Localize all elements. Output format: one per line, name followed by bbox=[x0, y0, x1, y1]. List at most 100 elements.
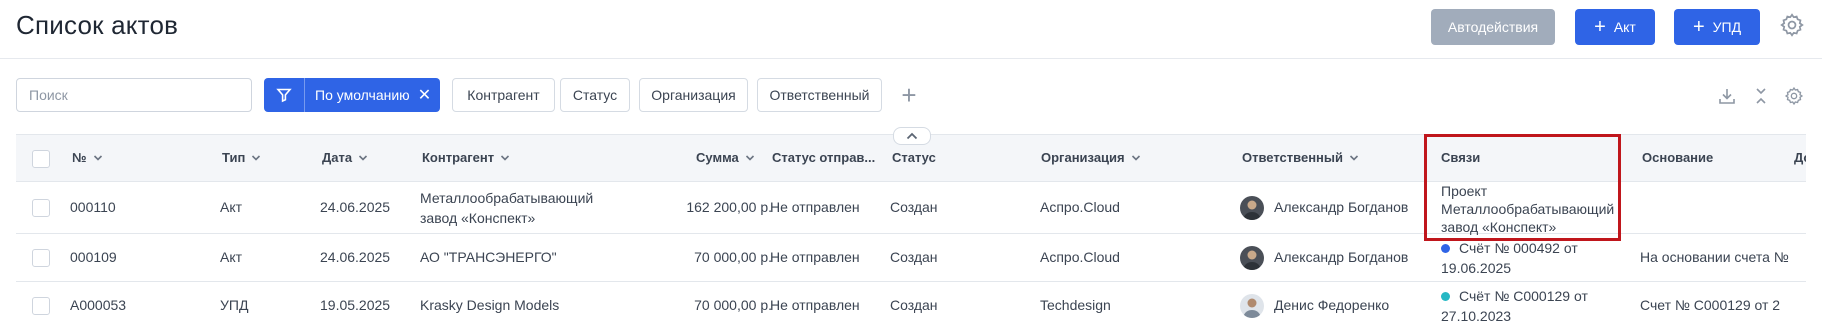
add-filter-icon[interactable]: + bbox=[896, 82, 922, 108]
cell-organization: Аспро.Cloud bbox=[1040, 249, 1120, 265]
table-row[interactable]: А000053 УПД 19.05.2025 Krasky Design Mod… bbox=[16, 282, 1806, 331]
cell-number[interactable]: 000109 bbox=[70, 249, 117, 265]
autoactions-button[interactable]: Автодействия bbox=[1431, 9, 1555, 45]
column-header-date[interactable]: Дата bbox=[322, 150, 368, 165]
chevron-down-icon bbox=[501, 154, 510, 161]
cell-organization: Аспро.Cloud bbox=[1040, 199, 1120, 215]
row-checkbox[interactable] bbox=[32, 199, 50, 217]
column-header-basis[interactable]: Основание bbox=[1642, 150, 1713, 165]
column-label: Организация bbox=[1041, 150, 1125, 165]
avatar bbox=[1240, 196, 1264, 220]
link-status-dot bbox=[1441, 244, 1450, 253]
table-row[interactable]: 000110 Акт 24.06.2025 Металлообрабатываю… bbox=[16, 182, 1806, 236]
filter-preset-label: По умолчанию bbox=[315, 87, 410, 103]
cell-links[interactable]: Проект Металлообрабатывающий завод «Конс… bbox=[1441, 182, 1614, 236]
cell-counterparty[interactable]: АО "ТРАНСЭНЕРГО" bbox=[420, 249, 557, 265]
column-label: Контрагент bbox=[422, 150, 495, 165]
column-header-send-status[interactable]: Статус отправ... bbox=[772, 150, 875, 165]
cell-links[interactable]: Счёт № С000129 от 27.10.2023 bbox=[1441, 286, 1588, 326]
filter-icon[interactable] bbox=[264, 78, 305, 112]
avatar bbox=[1240, 294, 1264, 318]
chevron-down-icon bbox=[745, 154, 754, 161]
cell-counterparty-line: Металлообрабатывающий bbox=[420, 190, 594, 206]
plus-icon: + bbox=[1692, 16, 1705, 38]
add-upd-label: УПД bbox=[1712, 19, 1742, 35]
column-label: № bbox=[72, 150, 87, 165]
cell-sum: 162 200,00 р. bbox=[686, 199, 772, 215]
select-all-checkbox[interactable] bbox=[32, 150, 50, 168]
column-header-counterparty[interactable]: Контрагент bbox=[422, 150, 510, 165]
avatar bbox=[1240, 246, 1264, 270]
cell-responsible[interactable]: Денис Федоренко bbox=[1274, 297, 1389, 313]
chevron-down-icon bbox=[1349, 154, 1359, 161]
cell-type: УПД bbox=[220, 297, 249, 313]
cell-links-line: Проект bbox=[1441, 183, 1488, 199]
column-header-number[interactable]: № bbox=[72, 150, 103, 165]
cell-type: Акт bbox=[220, 199, 243, 215]
chevron-down-icon bbox=[1131, 154, 1140, 161]
cell-responsible[interactable]: Александр Богданов bbox=[1274, 199, 1408, 215]
page-title: Список актов bbox=[16, 10, 179, 40]
cell-responsible[interactable]: Александр Богданов bbox=[1274, 249, 1408, 265]
cell-send-status: Не отправлен bbox=[770, 249, 860, 265]
column-header-responsible[interactable]: Ответственный bbox=[1242, 150, 1359, 165]
cell-counterparty[interactable]: Krasky Design Models bbox=[420, 297, 559, 313]
link-status-dot bbox=[1441, 292, 1450, 301]
page-header: Список актов Автодействия + Акт + УПД bbox=[0, 0, 1822, 59]
cell-basis: Счет № С000129 от 2 bbox=[1640, 297, 1781, 313]
filter-bar: По умолчанию ✕ Контрагент Статус Организ… bbox=[0, 78, 1822, 114]
download-icon[interactable] bbox=[1717, 86, 1737, 106]
cell-status: Создан bbox=[890, 199, 938, 215]
cell-links[interactable]: Счёт № 000492 от 19.06.2025 bbox=[1441, 238, 1578, 278]
acts-table: № Тип Дата Контрагент Сумма Статус отпра… bbox=[16, 134, 1806, 331]
cell-links-line: Счёт № С000129 от bbox=[1459, 288, 1588, 304]
column-header-sum[interactable]: Сумма bbox=[696, 150, 755, 165]
cell-date: 24.06.2025 bbox=[320, 199, 391, 215]
row-checkbox[interactable] bbox=[32, 249, 50, 267]
cell-links-line: 27.10.2023 bbox=[1441, 308, 1512, 324]
filter-chip-responsible[interactable]: Ответственный bbox=[757, 78, 882, 112]
column-header-organization[interactable]: Организация bbox=[1041, 150, 1141, 165]
cell-status: Создан bbox=[890, 249, 938, 265]
cell-date: 24.06.2025 bbox=[320, 249, 391, 265]
row-checkbox[interactable] bbox=[32, 297, 50, 315]
search-input[interactable] bbox=[16, 78, 252, 112]
filter-preset[interactable]: По умолчанию ✕ bbox=[264, 78, 440, 112]
filter-chip-status[interactable]: Статус bbox=[560, 78, 630, 112]
cell-status: Создан bbox=[890, 297, 938, 313]
add-akt-button[interactable]: + Акт bbox=[1575, 9, 1655, 45]
close-icon[interactable]: ✕ bbox=[418, 85, 431, 105]
chevron-up-icon bbox=[906, 132, 918, 140]
column-label: Дата bbox=[322, 150, 353, 165]
cell-type: Акт bbox=[220, 249, 243, 265]
column-header-type[interactable]: Тип bbox=[222, 150, 261, 165]
chevron-down-icon bbox=[359, 154, 368, 161]
table-row[interactable]: 000109 Акт 24.06.2025 АО "ТРАНСЭНЕРГО" 7… bbox=[16, 234, 1806, 282]
plus-icon: + bbox=[1594, 16, 1606, 38]
chevron-down-icon bbox=[93, 154, 102, 161]
cell-links-line: Металлообрабатывающий bbox=[1441, 201, 1615, 217]
column-label: Тип bbox=[222, 150, 246, 165]
column-header-extra[interactable]: До bbox=[1794, 150, 1806, 165]
column-header-status[interactable]: Статус bbox=[892, 150, 936, 165]
table-settings-icon[interactable] bbox=[1784, 86, 1804, 106]
cell-number[interactable]: 000110 bbox=[70, 199, 116, 215]
cell-send-status: Не отправлен bbox=[770, 297, 860, 313]
column-header-links[interactable]: Связи bbox=[1441, 150, 1480, 165]
cell-number[interactable]: А000053 bbox=[70, 297, 126, 313]
column-label: Сумма bbox=[696, 150, 739, 165]
cell-organization: Techdesign bbox=[1040, 297, 1111, 313]
cell-counterparty-line: завод «Конспект» bbox=[420, 210, 536, 226]
filter-chip-organization[interactable]: Организация bbox=[639, 78, 748, 112]
collapse-filters-handle[interactable] bbox=[893, 127, 931, 145]
cell-basis: На основании счета № bbox=[1640, 249, 1789, 265]
add-upd-button[interactable]: + УПД bbox=[1674, 9, 1760, 45]
collapse-rows-icon[interactable] bbox=[1751, 86, 1771, 106]
column-label: Ответственный bbox=[1242, 150, 1343, 165]
cell-date: 19.05.2025 bbox=[320, 297, 391, 313]
cell-links-line: 19.06.2025 bbox=[1441, 260, 1512, 276]
filter-chip-counterparty[interactable]: Контрагент bbox=[452, 78, 555, 112]
cell-send-status: Не отправлен bbox=[770, 199, 860, 215]
gear-icon[interactable] bbox=[1779, 12, 1805, 38]
cell-counterparty[interactable]: Металлообрабатывающий завод «Конспект» bbox=[420, 188, 593, 228]
